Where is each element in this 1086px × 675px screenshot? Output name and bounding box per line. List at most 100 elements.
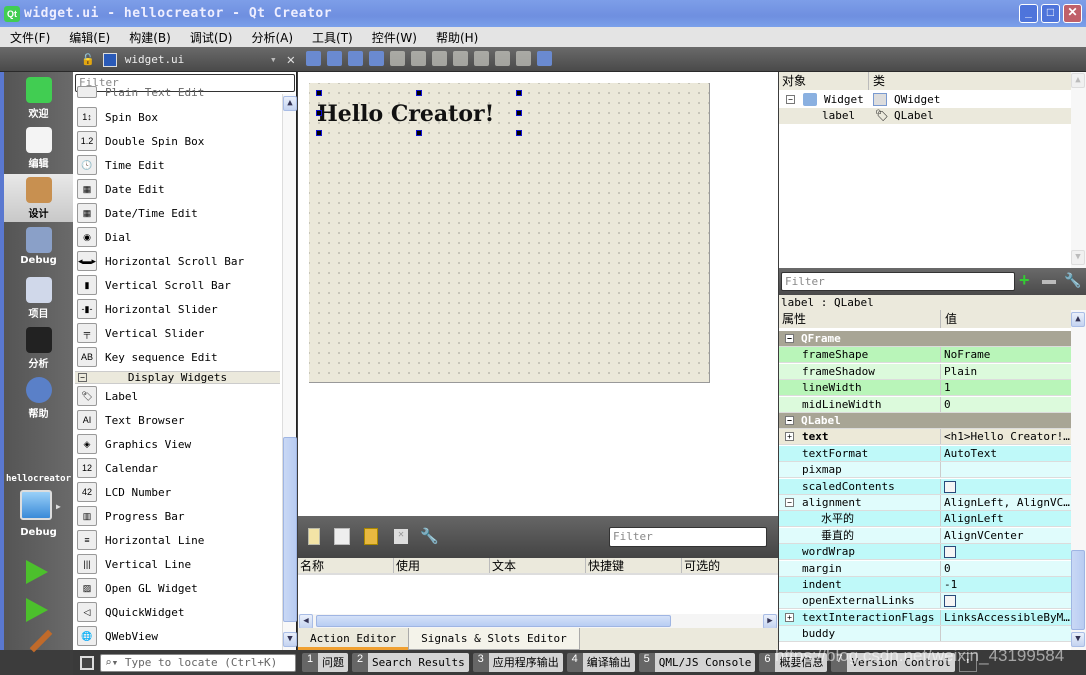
- property-value[interactable]: [941, 544, 1071, 559]
- widget-item[interactable]: 1↕ Spin Box: [77, 106, 158, 128]
- property-row[interactable]: buddy: [779, 626, 1071, 643]
- hello-label[interactable]: Hello Creator!: [317, 101, 494, 127]
- maximize-button[interactable]: □: [1041, 4, 1060, 23]
- add-dynamic-property-icon[interactable]: +: [1019, 270, 1030, 291]
- expand-icon[interactable]: +: [785, 612, 794, 622]
- property-value[interactable]: [941, 626, 1071, 641]
- mode-analyze-monitor[interactable]: 分析: [4, 324, 73, 372]
- resize-handle[interactable]: [416, 130, 422, 136]
- property-value[interactable]: AlignVCenter: [941, 528, 1071, 543]
- layout-grid-icon[interactable]: [495, 51, 510, 66]
- document-selector[interactable]: widget.ui: [125, 53, 270, 66]
- paste-action-icon[interactable]: [364, 528, 378, 545]
- widget-item[interactable]: 12 Calendar: [77, 457, 158, 479]
- mode-qt-welcome[interactable]: 欢迎: [4, 74, 73, 122]
- remove-property-icon[interactable]: [1042, 280, 1056, 284]
- collapse-icon[interactable]: −: [786, 95, 795, 104]
- widget-item[interactable]: ▦ Date/Time Edit: [77, 202, 198, 224]
- copy-action-icon[interactable]: [334, 528, 350, 545]
- property-value[interactable]: Plain: [941, 364, 1071, 379]
- edit-widgets-icon[interactable]: [306, 51, 321, 66]
- run-icon[interactable]: [26, 560, 48, 584]
- delete-action-icon[interactable]: ✕: [394, 529, 408, 544]
- widget-item[interactable]: ◈ Graphics View: [77, 433, 191, 455]
- menu-widgets[interactable]: 控件(W): [362, 29, 426, 46]
- mode-design-brush[interactable]: 设计: [4, 174, 73, 222]
- scroll-down-icon[interactable]: ▼: [283, 632, 297, 647]
- layout-vertical-icon[interactable]: [411, 51, 426, 66]
- scroll-right-icon[interactable]: ▶: [763, 614, 777, 629]
- widget-item[interactable]: 🌐 QWebView: [77, 625, 158, 647]
- column-property[interactable]: 属性: [779, 310, 941, 328]
- widget-item-partial[interactable]: Plain Text Edit: [77, 86, 204, 98]
- tab-signals-slots-editor[interactable]: Signals & Slots Editor: [408, 628, 580, 650]
- mode-project-folder[interactable]: 项目: [4, 274, 73, 322]
- property-row[interactable]: frameShape NoFrame: [779, 347, 1071, 364]
- edit-tab-order-icon[interactable]: [369, 51, 384, 66]
- tab-action-editor[interactable]: Action Editor: [298, 628, 409, 650]
- widget-item[interactable]: -▮- Horizontal Slider: [77, 298, 218, 320]
- property-filter-input[interactable]: Filter: [781, 272, 1015, 291]
- checkbox[interactable]: [944, 595, 956, 608]
- property-value[interactable]: <h1>Hello Creator!…: [941, 429, 1071, 444]
- edit-buddies-icon[interactable]: [348, 51, 363, 66]
- toggle-sidebar-icon[interactable]: [80, 655, 94, 670]
- property-value[interactable]: 1: [941, 380, 1071, 395]
- property-value[interactable]: LinksAccessibleByM…: [941, 610, 1071, 625]
- widget-item[interactable]: ▥ Progress Bar: [77, 505, 184, 527]
- property-row[interactable]: midLineWidth 0: [779, 396, 1071, 413]
- property-row[interactable]: openExternalLinks: [779, 593, 1071, 610]
- column-name[interactable]: 名称: [298, 558, 395, 573]
- tree-row-widget[interactable]: − Widget QWidget: [779, 92, 1071, 108]
- checkbox[interactable]: [944, 546, 956, 559]
- menu-debug[interactable]: 调试(D): [180, 29, 242, 46]
- tree-row-label[interactable]: label 🏷 QLabel: [779, 108, 1071, 124]
- widget-item[interactable]: ◁ QQuickWidget: [77, 601, 184, 623]
- property-value[interactable]: AlignLeft: [941, 511, 1071, 526]
- property-row[interactable]: 垂直的 AlignVCenter: [779, 527, 1071, 544]
- column-text[interactable]: 文本: [490, 558, 587, 573]
- object-inspector-scrollbar[interactable]: ▲ ▼: [1071, 72, 1086, 268]
- output-tab[interactable]: 4 编译输出: [566, 653, 635, 672]
- scroll-down-icon[interactable]: ▼: [1071, 632, 1085, 647]
- scroll-thumb[interactable]: [316, 615, 671, 627]
- resize-handle[interactable]: [516, 110, 522, 116]
- mode-debug-bug[interactable]: Debug: [4, 224, 73, 272]
- column-value[interactable]: 值: [941, 310, 957, 328]
- property-value[interactable]: [941, 462, 1071, 477]
- widget-item[interactable]: 1.2 Double Spin Box: [77, 130, 204, 152]
- column-used[interactable]: 使用: [394, 558, 491, 573]
- property-row[interactable]: alignment − AlignLeft, AlignVC…: [779, 495, 1071, 511]
- property-category[interactable]: QLabel −: [779, 413, 1071, 429]
- kit-selector-icon[interactable]: [20, 490, 52, 520]
- column-shortcut[interactable]: 快捷键: [586, 558, 683, 573]
- debug-run-icon[interactable]: [26, 598, 48, 622]
- menu-file[interactable]: 文件(F): [0, 29, 59, 46]
- menu-edit[interactable]: 编辑(E): [59, 29, 119, 46]
- property-row[interactable]: pixmap: [779, 462, 1071, 479]
- output-tab[interactable]: 5 QML/JS Console: [638, 653, 756, 672]
- property-value[interactable]: 0: [941, 397, 1071, 412]
- resize-handle[interactable]: [316, 90, 322, 96]
- new-action-icon[interactable]: [308, 528, 320, 545]
- widget-item[interactable]: ╤ Vertical Slider: [77, 322, 204, 344]
- widget-item[interactable]: ▨ Open GL Widget: [77, 577, 198, 599]
- menu-build[interactable]: 构建(B): [119, 29, 180, 46]
- widget-item[interactable]: AI Text Browser: [77, 409, 184, 431]
- collapse-icon[interactable]: −: [785, 416, 794, 425]
- collapse-icon[interactable]: −: [78, 373, 87, 382]
- column-checkable[interactable]: 可选的: [682, 558, 778, 573]
- scroll-thumb[interactable]: [283, 437, 297, 622]
- widget-item[interactable]: ▮ Vertical Scroll Bar: [77, 274, 231, 296]
- property-scrollbar[interactable]: ▲ ▼: [1071, 310, 1086, 650]
- widget-item[interactable]: 🏷 Label: [77, 385, 138, 407]
- property-value[interactable]: AutoText: [941, 446, 1071, 461]
- widget-item[interactable]: ◉ Dial: [77, 226, 132, 248]
- widget-item[interactable]: ▦ Date Edit: [77, 178, 165, 200]
- property-value[interactable]: NoFrame: [941, 347, 1071, 362]
- adjust-size-icon[interactable]: [537, 51, 552, 66]
- resize-handle[interactable]: [316, 130, 322, 136]
- property-value[interactable]: AlignLeft, AlignVC…: [941, 495, 1071, 510]
- locator-input[interactable]: ⌕▾ Type to locate (Ctrl+K): [100, 653, 296, 672]
- widget-item[interactable]: 42 LCD Number: [77, 481, 171, 503]
